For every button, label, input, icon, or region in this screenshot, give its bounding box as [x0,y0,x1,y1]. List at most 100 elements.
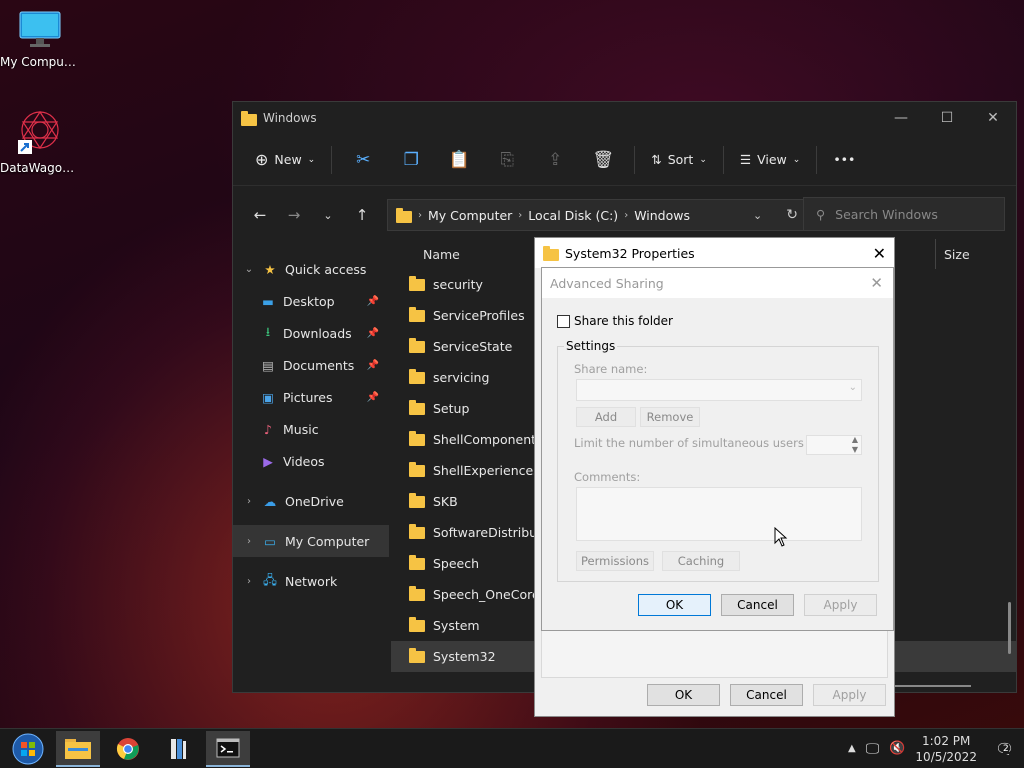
sort-button[interactable]: ⇅ Sort ⌄ [643,144,715,176]
advanced-sharing-titlebar[interactable]: Advanced Sharing ✕ [542,268,893,298]
chevron-down-icon: ⌄ [699,154,707,165]
delete-button[interactable]: 🗑 [580,144,626,176]
ok-button[interactable]: OK [647,684,720,706]
address-bar[interactable]: › My Computer › Local Disk (C:) › Window… [387,199,807,231]
search-box[interactable]: ⚲ Search Windows [803,197,1005,231]
back-arrow-icon[interactable]: ← [243,206,277,224]
chevron-down-icon[interactable]: ⌄ [241,264,257,275]
share-button[interactable]: ⇪ [532,144,578,176]
desktop-icon-label: My Computer [0,55,80,69]
explorer-titlebar[interactable]: Windows — ☐ ✕ [233,102,1016,134]
close-icon[interactable]: ✕ [870,274,883,292]
share-folder-checkbox[interactable] [557,314,570,328]
nav-network[interactable]: › 🖧 Network [233,565,389,597]
books-icon [171,738,186,759]
cut-button[interactable]: ✂ [340,144,386,176]
apply-button[interactable]: Apply [804,594,877,616]
share-folder-checkbox-row[interactable]: Share this folder [557,314,673,328]
nav-label: My Computer [285,533,370,549]
chevron-right-icon[interactable]: › [241,536,257,547]
windows-logo-icon [12,733,44,764]
star-icon: ★ [264,261,276,277]
close-icon[interactable]: ✕ [873,244,886,263]
nav-item-documents[interactable]: ▤ Documents 📌 [233,349,389,381]
cancel-button[interactable]: Cancel [721,594,794,616]
desktop-icon-my-computer[interactable]: My Computer [0,10,80,69]
taskbar-chrome[interactable] [106,731,150,767]
spinner-up-icon[interactable]: ▲ [852,435,858,444]
chevron-right-icon: › [518,209,523,221]
navigation-pane: ⌄ ★ Quick access ▬ Desktop 📌 ⭳ Downloads… [233,247,389,693]
chevron-right-icon[interactable]: › [241,576,257,587]
folder-icon [409,461,425,477]
start-button[interactable] [6,731,50,767]
breadcrumb-local-disk[interactable]: Local Disk (C:) [528,208,618,223]
comments-textarea[interactable] [576,487,862,541]
taskbar-app[interactable] [156,731,200,767]
nav-label: Desktop [283,293,335,309]
nav-my-computer[interactable]: › ▭ My Computer [233,525,389,557]
paste-button[interactable]: 📋 [436,144,482,176]
copy-button[interactable]: ❐ [388,144,434,176]
permissions-button[interactable]: Permissions [576,551,654,571]
command-bar: ⊕ New ⌄ ✂ ❐ 📋 ⎘ ⇪ 🗑 ⇅ Sort ⌄ ☰ View ⌄ ••… [233,134,1016,186]
minimize-icon[interactable]: — [878,110,924,126]
maximize-icon[interactable]: ☐ [924,110,970,126]
address-dropdown-icon[interactable]: ⌄ [753,209,762,222]
file-name: Speech [433,556,480,571]
search-icon: ⚲ [816,206,826,222]
folder-icon [396,207,412,223]
nav-item-music[interactable]: ♪ Music [233,413,389,445]
vertical-scrollbar[interactable] [1008,602,1011,654]
pin-icon: 📌 [366,391,379,403]
nav-item-downloads[interactable]: ⭳ Downloads 📌 [233,317,389,349]
nav-item-videos[interactable]: ▶ Videos [233,445,389,477]
recent-chevron-icon[interactable]: ⌄ [311,209,345,222]
see-more-button[interactable]: ••• [825,144,863,176]
rename-button[interactable]: ⎘ [484,144,530,176]
remove-button[interactable]: Remove [640,407,700,427]
ok-button[interactable]: OK [638,594,711,616]
view-list-icon: ☰ [739,152,752,167]
taskbar-file-explorer[interactable] [56,730,100,767]
column-header-size[interactable]: Size [935,239,970,269]
clock[interactable]: 1:02 PM 10/5/2022 [915,733,977,765]
network-status-icon[interactable]: 🖵 [866,741,880,757]
view-button[interactable]: ☰ View ⌄ [732,144,808,176]
nav-item-desktop[interactable]: ▬ Desktop 📌 [233,285,389,317]
forward-arrow-icon[interactable]: → [277,206,311,224]
file-name: ServiceState [433,339,513,354]
refresh-icon[interactable]: ↻ [786,207,798,223]
desktop-icon-datawagon[interactable]: DataWagon... [0,108,80,175]
limit-users-spinner[interactable]: ▲ ▼ [806,435,862,455]
sort-label: Sort [667,152,694,167]
breadcrumb-windows[interactable]: Windows [634,208,690,223]
settings-group-title: Settings [564,339,618,353]
up-arrow-icon[interactable]: ↑ [345,206,379,224]
add-button[interactable]: Add [576,407,636,427]
new-label: New [274,152,302,167]
folder-icon [409,399,425,415]
clock-time: 1:02 PM [922,733,971,748]
column-header-name[interactable]: Name [423,247,460,262]
notification-center-icon[interactable]: 🗨2 [995,740,1014,758]
caching-button[interactable]: Caching [662,551,740,571]
properties-titlebar[interactable]: System32 Properties ✕ [535,238,894,268]
breadcrumb-my-computer[interactable]: My Computer [428,208,512,223]
datawagon-logo-icon [18,110,59,154]
chevron-right-icon[interactable]: › [241,496,257,507]
cancel-button[interactable]: Cancel [730,684,803,706]
taskbar-terminal[interactable] [206,730,250,767]
nav-onedrive[interactable]: › ☁ OneDrive [233,485,389,517]
volume-muted-icon[interactable]: 🔇 [889,741,905,756]
spinner-down-icon[interactable]: ▼ [852,445,858,454]
apply-button[interactable]: Apply [813,684,886,706]
close-icon[interactable]: ✕ [970,110,1016,126]
nav-item-pictures[interactable]: ▣ Pictures 📌 [233,381,389,413]
new-button[interactable]: ⊕ New ⌄ [247,144,323,176]
nav-quick-access[interactable]: ⌄ ★ Quick access [233,253,389,285]
system-tray: ▲ 🖵 🔇 1:02 PM 10/5/2022 🗨2 [848,733,1024,765]
share-name-combo[interactable]: ⌄ [576,379,862,401]
network-icon: 🖧 [263,571,277,587]
tray-overflow-chevron-icon[interactable]: ▲ [848,743,856,754]
